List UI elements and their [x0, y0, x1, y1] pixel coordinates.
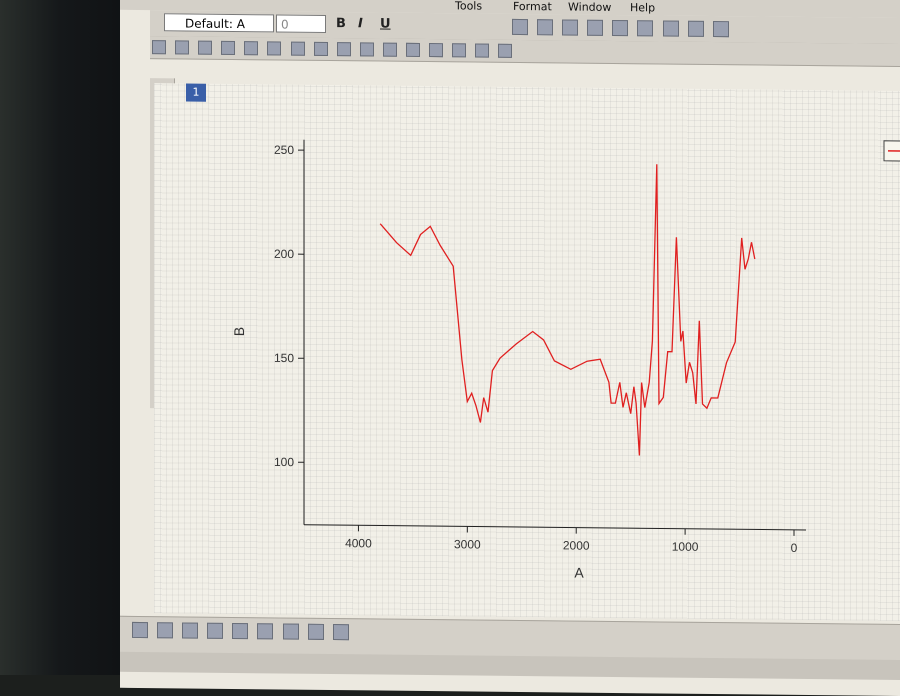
column-plot-icon[interactable] [207, 623, 223, 639]
italic-button[interactable]: I [358, 16, 363, 31]
template-icon[interactable] [333, 624, 349, 640]
table-icon[interactable] [688, 21, 704, 37]
x-tick-label: 2000 [563, 538, 590, 552]
image-icon[interactable] [663, 20, 679, 36]
contour-plot-icon[interactable] [232, 623, 248, 639]
worksheet-icon[interactable] [537, 19, 553, 35]
axis-icon[interactable] [314, 42, 328, 56]
y-axis-label: B [231, 327, 247, 337]
graph-page: 25020015010040003000200010000ABB [154, 83, 900, 621]
y-tick-label: 200 [274, 247, 294, 261]
x-axis-label: A [574, 565, 584, 581]
x-tick-label: 4000 [345, 536, 372, 550]
table-icon[interactable] [429, 43, 443, 57]
menu-format[interactable]: Format [513, 0, 552, 13]
refresh-icon[interactable] [587, 20, 603, 36]
series-line-b [380, 161, 755, 456]
area-plot-icon[interactable] [283, 624, 299, 640]
axis-icon[interactable] [291, 42, 305, 56]
y-tick-label: 250 [274, 143, 294, 157]
zoom-icon[interactable] [152, 40, 166, 54]
polar-plot-icon[interactable] [308, 624, 324, 640]
legend-icon[interactable] [383, 43, 397, 57]
menu-help[interactable]: Help [630, 1, 655, 14]
printer-icon[interactable] [562, 19, 578, 35]
axis-icon[interactable] [337, 42, 351, 56]
layer-tab[interactable]: 1 [186, 84, 206, 102]
x-axis-line [304, 525, 806, 530]
line-plot-icon[interactable] [132, 622, 148, 638]
settings-icon[interactable] [713, 21, 729, 37]
scatter-plot-icon[interactable] [157, 622, 173, 638]
x-tick-label: 3000 [454, 537, 481, 551]
underline-button[interactable]: U [380, 17, 391, 32]
menu-tools[interactable]: Tools [455, 0, 482, 13]
worksheet-icon[interactable] [512, 19, 528, 35]
layer-icon[interactable] [612, 20, 628, 36]
font-name-select[interactable]: Default: A [164, 13, 274, 32]
line-symbol-plot-icon[interactable] [182, 622, 198, 638]
axis-icon[interactable] [267, 41, 281, 55]
fill-color-icon[interactable] [452, 43, 466, 57]
line-chart[interactable]: 25020015010040003000200010000ABB [154, 83, 900, 621]
layer-arrange-icon[interactable] [198, 41, 212, 55]
font-size-select[interactable]: 0 [276, 14, 326, 33]
menu-window[interactable]: Window [568, 1, 611, 14]
timestamp-icon[interactable] [406, 43, 420, 57]
pattern-icon[interactable] [498, 44, 512, 58]
bold-button[interactable]: B [336, 16, 346, 31]
layout-icon[interactable] [637, 20, 653, 36]
x-tick-label: 0 [791, 541, 798, 555]
rescale-icon[interactable] [175, 40, 189, 54]
x-tick-label: 1000 [672, 540, 699, 554]
app-window: Tools Format Window Help Default: A 0 B … [120, 0, 900, 696]
axis-icon[interactable] [360, 42, 374, 56]
box-plot-icon[interactable] [257, 623, 273, 639]
y-tick-label: 100 [274, 455, 294, 469]
line-color-icon[interactable] [475, 44, 489, 58]
layer-icon[interactable] [221, 41, 235, 55]
layer-icon[interactable] [244, 41, 258, 55]
y-tick-label: 150 [274, 351, 294, 365]
